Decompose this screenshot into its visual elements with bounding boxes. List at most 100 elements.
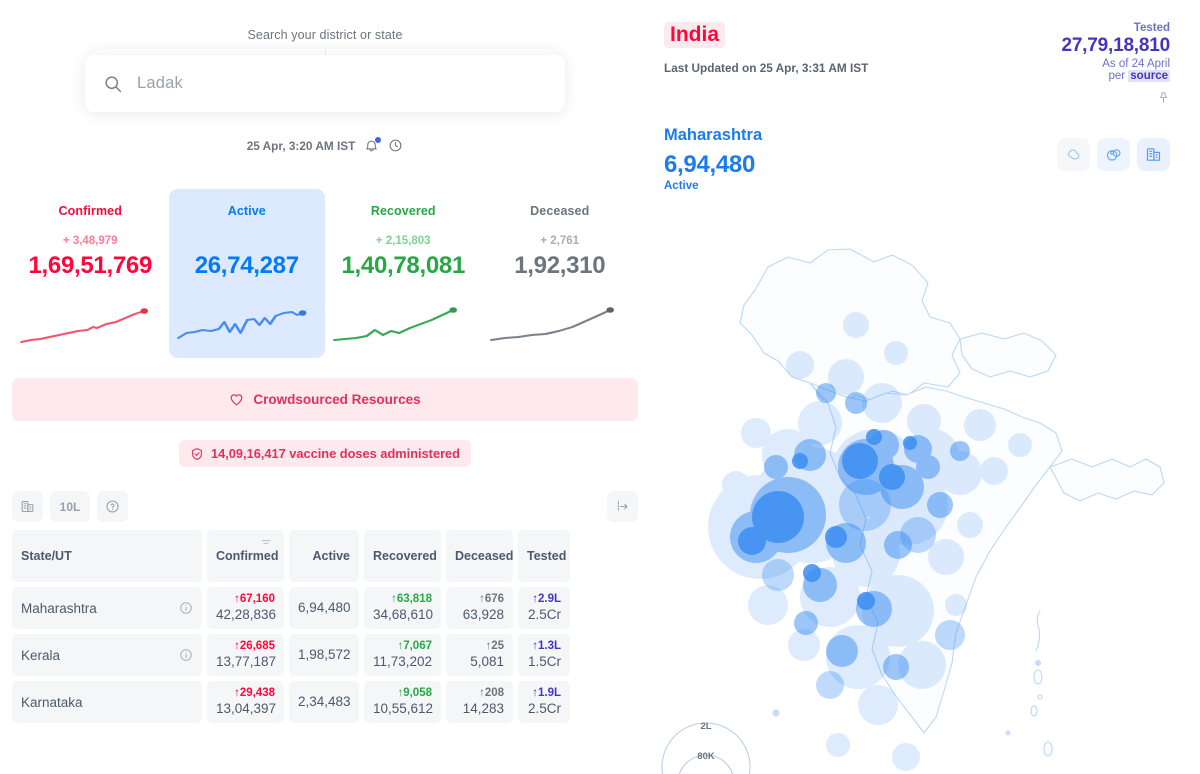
- expand-right-icon: [617, 501, 628, 512]
- cell-tested: ↑1.3L 1.5Cr: [518, 634, 570, 676]
- cell-state[interactable]: Maharashtra: [12, 587, 202, 629]
- deceased-value: 14,283: [462, 701, 504, 717]
- notification-dot: [375, 137, 382, 143]
- th-recovered[interactable]: Recovered: [364, 530, 441, 582]
- tested-value: 1.5Cr: [527, 654, 561, 670]
- active-value: 6,94,480: [298, 600, 351, 616]
- tested-source: per source: [1061, 70, 1170, 82]
- legend-label: 2L: [700, 721, 711, 732]
- sparkline-deceased: [489, 307, 614, 341]
- confirmed-value: 13,77,187: [216, 654, 277, 670]
- pin-icon: [1160, 92, 1167, 103]
- level-card-recovered[interactable]: Recovered + 2,15,803 1,40,78,081: [325, 189, 482, 358]
- last-updated-time: 25 Apr, 3:20 AM IST: [246, 138, 356, 153]
- recovered-value: 11,73,202: [373, 654, 433, 670]
- th-active[interactable]: Active: [289, 530, 359, 582]
- th-state[interactable]: State/UT: [12, 530, 202, 582]
- confirmed-value: 42,28,836: [216, 607, 277, 623]
- search-area: [85, 49, 565, 112]
- right-panel: India Last Updated on 25 Apr, 3:31 AM IS…: [650, 0, 1200, 774]
- bubble-map-button[interactable]: [1097, 138, 1130, 171]
- unit-toggle-button[interactable]: 10L: [50, 491, 90, 522]
- level-card-active[interactable]: Active 26,74,287: [168, 189, 325, 358]
- map-region-button[interactable]: [1057, 138, 1090, 171]
- table-header-row: State/UT Confirmed Active Recovered Dece: [12, 530, 638, 582]
- recovered-delta: ↑7,067: [397, 640, 432, 653]
- th-tested[interactable]: Tested: [518, 530, 570, 582]
- level-count: 26,74,287: [194, 252, 299, 279]
- selected-state-block: Maharashtra 6,94,480 Active: [664, 126, 1170, 192]
- tested-value: 27,79,18,810: [1061, 35, 1170, 56]
- vaccine-banner[interactable]: 14,09,16,417 vaccine doses administered: [179, 440, 471, 467]
- tested-delta: ↑2.9L: [532, 593, 561, 606]
- cell-confirmed: ↑67,160 42,28,836: [207, 587, 284, 629]
- pin-button[interactable]: [1061, 91, 1170, 104]
- last-updated-row: 25 Apr, 3:20 AM IST: [0, 137, 650, 153]
- tested-value: 2.5Cr: [527, 607, 561, 623]
- state-name: Karnataka: [21, 694, 83, 710]
- th-label: Confirmed: [216, 549, 279, 563]
- confirmed-delta: ↑67,160: [234, 593, 275, 606]
- level-delta: + 2,15,803: [375, 235, 431, 247]
- level-cards: Confirmed + 3,48,979 1,69,51,769 Active …: [0, 189, 650, 358]
- cell-deceased: ↑25 5,081: [446, 634, 513, 676]
- district-view-button[interactable]: [1137, 138, 1170, 171]
- th-label: Active: [312, 549, 350, 563]
- map-svg: 2L 80K 20K: [661, 248, 1165, 774]
- building-icon: [1146, 148, 1161, 161]
- selected-state-label: Active: [664, 180, 699, 192]
- info-icon[interactable]: [179, 648, 193, 662]
- confirmed-delta: ↑26,685: [234, 640, 275, 653]
- level-count: 1,69,51,769: [28, 252, 153, 279]
- level-delta: + 2,761: [540, 235, 580, 247]
- confirmed-value: 13,04,397: [216, 701, 277, 717]
- district-toggle-button[interactable]: [12, 491, 43, 522]
- deceased-delta: ↑676: [479, 593, 504, 606]
- crowdsourced-label: Crowdsourced Resources: [253, 392, 421, 407]
- tested-label: Tested: [1133, 22, 1170, 34]
- table-row[interactable]: Kerala ↑26,685 13,77,187 1,98,572 ↑7,067…: [12, 634, 638, 676]
- deceased-delta: ↑208: [479, 687, 504, 700]
- cell-active: 1,98,572: [289, 634, 359, 676]
- expand-table-button[interactable]: [607, 491, 638, 522]
- search-input[interactable]: [137, 74, 547, 93]
- th-confirmed[interactable]: Confirmed: [207, 530, 284, 582]
- map-region-icon: [1067, 148, 1080, 160]
- level-card-deceased[interactable]: Deceased + 2,761 1,92,310: [482, 189, 639, 358]
- sparkline-confirmed: [20, 308, 149, 343]
- help-button[interactable]: [97, 491, 128, 522]
- state-table: State/UT Confirmed Active Recovered Dece: [12, 530, 638, 723]
- level-card-confirmed[interactable]: Confirmed + 3,48,979 1,69,51,769: [12, 189, 169, 358]
- crowdsourced-resources-button[interactable]: Crowdsourced Resources: [12, 378, 638, 421]
- covid-dashboard: Search your district or state 25 Apr, 3:…: [0, 0, 1200, 774]
- tested-value: 2.5Cr: [527, 701, 561, 717]
- clock-history-icon[interactable]: [388, 138, 403, 153]
- bubble-size-legend: 2L 80K 20K: [661, 721, 751, 774]
- th-deceased[interactable]: Deceased: [446, 530, 513, 582]
- cell-recovered: ↑7,067 11,73,202: [364, 634, 441, 676]
- selected-state-value: 6,94,480: [664, 151, 756, 178]
- india-bubble-map[interactable]: 2L 80K 20K: [660, 205, 1200, 774]
- source-link[interactable]: source: [1128, 70, 1170, 82]
- sparkline-recovered: [333, 307, 457, 341]
- vaccine-text: 14,09,16,417 vaccine doses administered: [211, 446, 460, 461]
- info-icon[interactable]: [179, 601, 193, 615]
- deceased-delta: ↑25: [485, 640, 504, 653]
- cell-state[interactable]: Karnataka: [12, 681, 202, 723]
- table-row[interactable]: Maharashtra ↑67,160 42,28,836 6,94,480 ↑…: [12, 587, 638, 629]
- table-row[interactable]: Karnataka ↑29,438 13,04,397 2,34,483 ↑9,…: [12, 681, 638, 723]
- search-box[interactable]: [85, 55, 565, 112]
- question-circle-icon: [106, 500, 119, 513]
- deceased-value: 5,081: [470, 654, 504, 670]
- th-label: Recovered: [373, 549, 437, 563]
- left-panel: Search your district or state 25 Apr, 3:…: [0, 0, 650, 774]
- cell-state[interactable]: Kerala: [12, 634, 202, 676]
- notification-bell[interactable]: [364, 137, 382, 153]
- level-name: Deceased: [530, 204, 590, 218]
- cell-tested: ↑2.9L 2.5Cr: [518, 587, 570, 629]
- tested-delta: ↑1.9L: [532, 687, 561, 700]
- th-label: State/UT: [21, 549, 72, 563]
- level-count: 1,40,78,081: [341, 252, 466, 279]
- tested-delta: ↑1.3L: [532, 640, 561, 653]
- tested-summary: Tested 27,79,18,810 As of 24 April per s…: [1061, 22, 1170, 104]
